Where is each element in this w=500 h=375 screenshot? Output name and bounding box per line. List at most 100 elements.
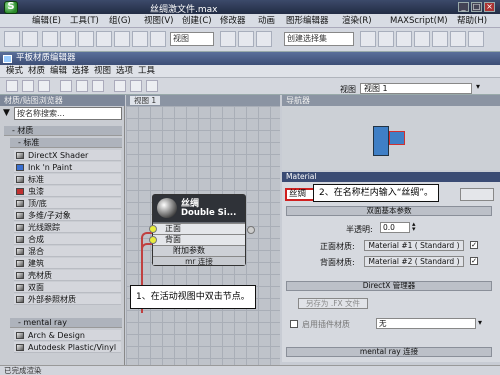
list-item[interactable]: Ink 'n Paint xyxy=(14,162,121,173)
menu-tools[interactable]: 工具(T) xyxy=(68,14,101,28)
list-item[interactable]: 顶/底 xyxy=(14,198,121,209)
list-item[interactable]: 建筑 xyxy=(14,258,121,269)
output-socket-icon[interactable] xyxy=(247,226,255,234)
menu-edit[interactable]: 编辑(E) xyxy=(30,14,63,28)
link-icon[interactable] xyxy=(42,31,58,47)
back-material-checkbox[interactable]: ✓ xyxy=(470,257,478,265)
active-view-dropdown[interactable]: 视图 1 xyxy=(360,83,472,94)
select-by-material-icon[interactable] xyxy=(146,80,158,92)
delete-icon[interactable] xyxy=(38,80,50,92)
list-item[interactable]: 外部参照材质 xyxy=(14,294,121,305)
view-label: 视图 xyxy=(340,85,356,94)
list-item[interactable]: 多维/子对象 xyxy=(14,210,121,221)
move-icon[interactable] xyxy=(114,31,130,47)
material-swatch-icon xyxy=(16,224,24,231)
browser-options-icon[interactable]: ▼ xyxy=(3,108,10,118)
list-item[interactable]: 合成 xyxy=(14,234,121,245)
callout-step-2: 2、在名称栏内输入“丝绸”。 xyxy=(313,184,440,202)
input-socket-icon[interactable] xyxy=(149,236,157,244)
menu-maxscript[interactable]: MAXScript(M) xyxy=(388,14,450,28)
close-icon[interactable]: × xyxy=(484,2,495,12)
list-item[interactable]: 虫漆 xyxy=(14,186,121,197)
redo-icon[interactable] xyxy=(22,31,38,47)
navigator-viewport-frame[interactable] xyxy=(389,131,405,145)
snap-icon[interactable] xyxy=(220,31,236,47)
category-standard[interactable]: - 标准 xyxy=(10,138,122,148)
spinner-arrows-icon[interactable]: ▴ ▾ xyxy=(412,221,416,233)
menu-rendering[interactable]: 渲染(R) xyxy=(340,14,374,28)
me-menu-mode[interactable]: 模式 xyxy=(6,65,23,78)
list-item[interactable]: 壳材质 xyxy=(14,270,121,281)
layer-icon[interactable] xyxy=(396,31,412,47)
chevron-down-icon[interactable]: ▾ xyxy=(478,318,482,327)
me-menu-material[interactable]: 材质 xyxy=(28,65,45,78)
render-icon[interactable] xyxy=(468,31,484,47)
list-item[interactable]: 光线跟踪 xyxy=(14,222,121,233)
render-setup-icon[interactable] xyxy=(450,31,466,47)
node-extra-params[interactable]: 附加参数 xyxy=(153,245,245,256)
enable-plugin-checkbox[interactable] xyxy=(290,320,298,328)
material-type-button[interactable] xyxy=(460,188,494,201)
curve-editor-icon[interactable] xyxy=(414,31,430,47)
menu-help[interactable]: 帮助(H) xyxy=(455,14,489,28)
list-item[interactable]: Autodesk Plastic/Vinyl xyxy=(14,342,121,353)
angle-snap-icon[interactable] xyxy=(238,31,254,47)
layout-icon[interactable] xyxy=(114,80,126,92)
input-socket-icon[interactable] xyxy=(149,225,157,233)
undo-icon[interactable] xyxy=(4,31,20,47)
node-mr-connection[interactable]: mr 连接 xyxy=(153,256,245,266)
scale-icon[interactable] xyxy=(150,31,166,47)
put-to-library-icon[interactable] xyxy=(60,80,72,92)
selection-set-field[interactable]: 创建选择集 xyxy=(284,32,354,46)
unlink-icon[interactable] xyxy=(60,31,76,47)
back-material-button[interactable]: Material #2 ( Standard ) xyxy=(364,256,464,267)
align-icon[interactable] xyxy=(378,31,394,47)
rotate-icon[interactable] xyxy=(132,31,148,47)
list-item[interactable]: 混合 xyxy=(14,246,121,257)
minimize-icon[interactable]: _ xyxy=(458,2,469,12)
list-item[interactable]: 双面 xyxy=(14,282,121,293)
chevron-down-icon[interactable]: ▾ xyxy=(476,82,484,92)
menu-animation[interactable]: 动画 xyxy=(256,14,277,28)
me-menu-edit[interactable]: 编辑 xyxy=(50,65,67,78)
percent-snap-icon[interactable] xyxy=(256,31,272,47)
node-slot-back[interactable]: 背面 xyxy=(153,234,245,245)
list-item[interactable]: 标准 xyxy=(14,174,121,185)
material-swatch-icon xyxy=(16,248,24,255)
save-fx-button[interactable]: 另存为 .FX 文件 xyxy=(298,298,368,309)
menu-group[interactable]: 组(G) xyxy=(107,14,133,28)
select-region-icon[interactable] xyxy=(96,31,112,47)
menu-create[interactable]: 创建(C) xyxy=(180,14,214,28)
me-menu-options[interactable]: 选项 xyxy=(116,65,133,78)
menu-graph-editors[interactable]: 图形编辑器 xyxy=(284,14,331,28)
maximize-icon[interactable]: □ xyxy=(471,2,482,12)
me-menu-view[interactable]: 视图 xyxy=(94,65,111,78)
node-slot-front[interactable]: 正面 xyxy=(153,223,245,234)
category-materials[interactable]: - 材质 xyxy=(4,126,122,136)
rollout-directx-manager[interactable]: DirectX 管理器 xyxy=(286,281,492,291)
list-item[interactable]: DirectX Shader xyxy=(14,150,121,161)
show-map-icon[interactable] xyxy=(76,80,88,92)
assign-material-icon[interactable] xyxy=(22,80,34,92)
translucency-spinner[interactable]: 0.0 xyxy=(380,222,410,233)
select-object-icon[interactable] xyxy=(78,31,94,47)
pick-material-icon[interactable] xyxy=(6,80,18,92)
me-menu-tools[interactable]: 工具 xyxy=(138,65,155,78)
front-material-checkbox[interactable]: ✓ xyxy=(470,241,478,249)
browser-search-input[interactable]: 按名称搜索... xyxy=(14,107,122,120)
mirror-icon[interactable] xyxy=(360,31,376,47)
tab-view-1[interactable]: 视图 1 xyxy=(130,96,161,105)
front-material-button[interactable]: Material #1 ( Standard ) xyxy=(364,240,464,251)
rollout-mental-ray-connection[interactable]: mental ray 连接 xyxy=(286,347,492,357)
show-background-icon[interactable] xyxy=(92,80,104,92)
layout-children-icon[interactable] xyxy=(130,80,142,92)
list-item[interactable]: Arch & Design xyxy=(14,330,121,341)
plugin-dropdown[interactable]: 无 xyxy=(376,318,476,329)
menu-modifiers[interactable]: 修改器 xyxy=(218,14,248,28)
rollout-double-sided-basic[interactable]: 双面基本参数 xyxy=(286,206,492,216)
menu-views[interactable]: 视图(V) xyxy=(142,14,175,28)
material-editor-icon[interactable] xyxy=(432,31,448,47)
category-mental-ray[interactable]: - mental ray xyxy=(10,318,122,328)
viewport-dropdown[interactable]: 视图 xyxy=(170,32,214,46)
me-menu-select[interactable]: 选择 xyxy=(72,65,89,78)
